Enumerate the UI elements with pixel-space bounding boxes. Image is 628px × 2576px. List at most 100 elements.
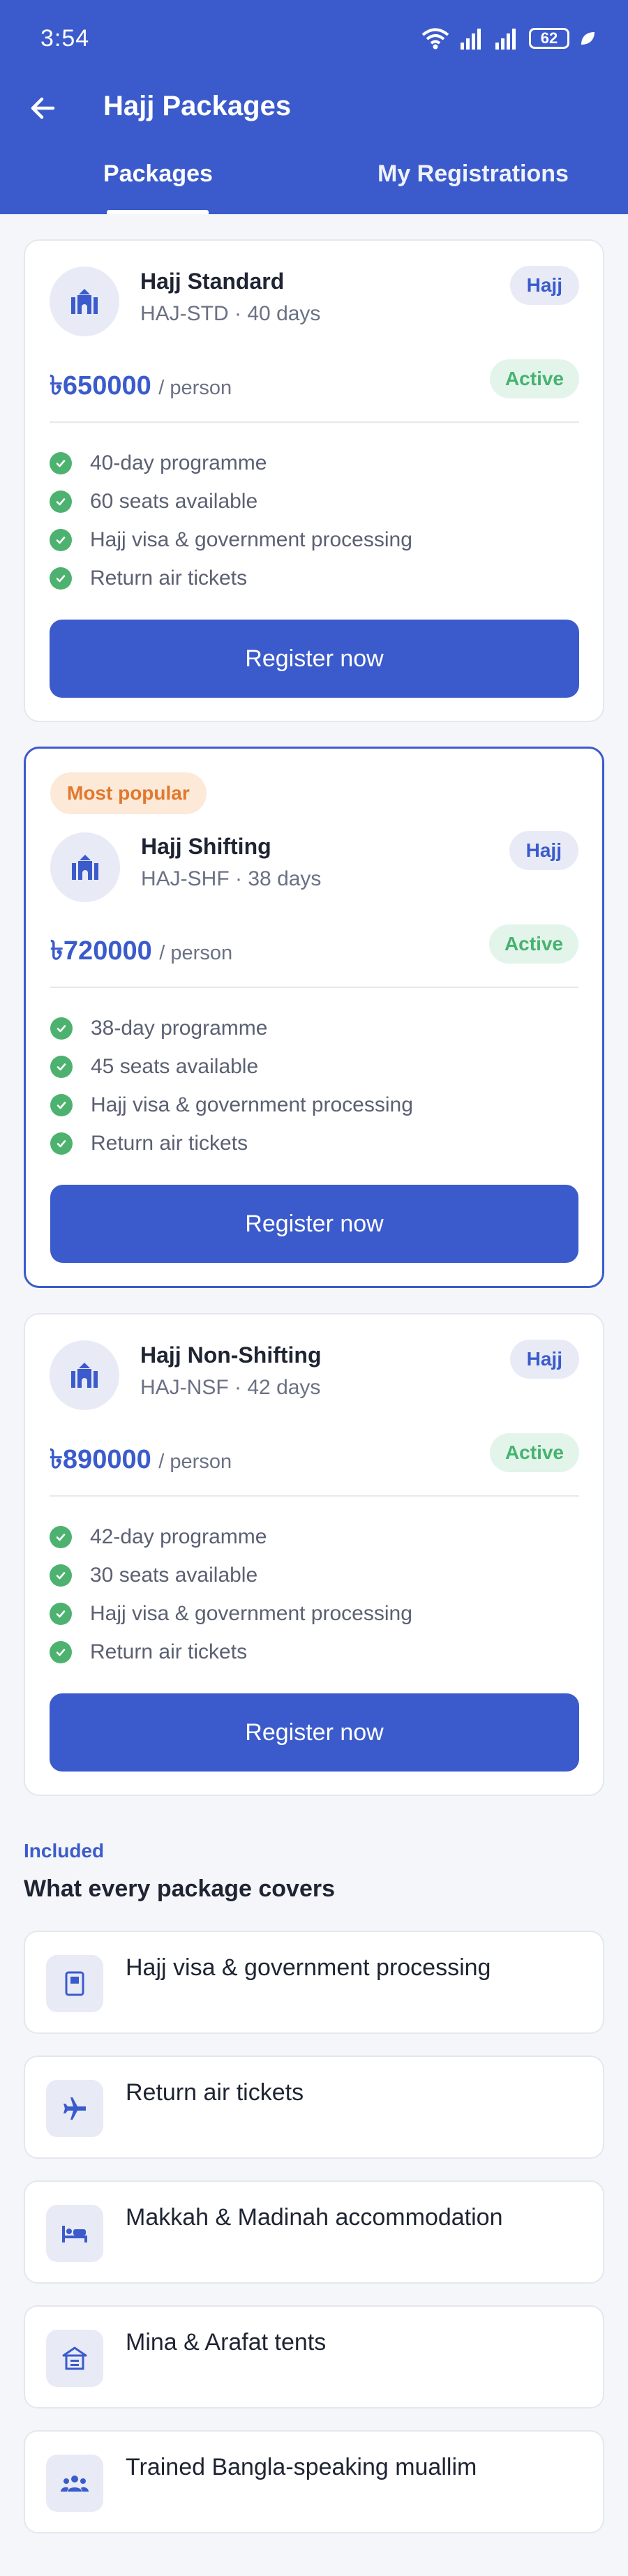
app-bar: 3:54 62 Hajj Packages Packages My Regist… bbox=[0, 0, 628, 214]
group-icon bbox=[46, 2455, 103, 2512]
included-item: Return air tickets bbox=[24, 2055, 604, 2159]
feature-text: 40-day programme bbox=[90, 451, 267, 474]
feature-item: 30 seats available bbox=[50, 1556, 412, 1594]
feature-item: Hajj visa & government processing bbox=[50, 1086, 413, 1124]
feature-text: 45 seats available bbox=[91, 1054, 259, 1078]
tent-icon bbox=[46, 2330, 103, 2387]
check-icon bbox=[50, 528, 72, 551]
tab-bar: Packages My Registrations bbox=[0, 160, 628, 214]
price-unit: / person bbox=[159, 942, 233, 964]
status-bar: 3:54 62 bbox=[0, 0, 628, 77]
back-button[interactable] bbox=[25, 91, 60, 126]
feature-text: Return air tickets bbox=[90, 1640, 248, 1663]
package-card: Hajj Standard HAJ-STD · 40 days Hajj ৳65… bbox=[24, 239, 604, 722]
arrow-left-icon bbox=[31, 97, 55, 119]
included-item: Trained Bangla-speaking muallim bbox=[24, 2430, 604, 2533]
feature-text: Hajj visa & government processing bbox=[91, 1093, 413, 1116]
register-button[interactable]: Register now bbox=[50, 620, 579, 698]
check-icon bbox=[50, 1017, 73, 1040]
bed-icon bbox=[46, 2205, 103, 2262]
price-unit: / person bbox=[158, 377, 232, 399]
included-label: Makkah & Madinah accommodation bbox=[126, 2204, 503, 2231]
feature-item: 38-day programme bbox=[50, 1009, 413, 1047]
included-label: Hajj visa & government processing bbox=[126, 1954, 491, 1981]
passport-icon bbox=[46, 1955, 103, 2012]
package-meta: HAJ-SHF · 38 days bbox=[141, 867, 321, 891]
package-type-chip: Hajj bbox=[509, 1340, 579, 1379]
feature-text: 38-day programme bbox=[91, 1016, 268, 1040]
feature-item: 40-day programme bbox=[50, 444, 412, 482]
check-icon bbox=[50, 451, 72, 474]
package-price-row: ৳720000 / person bbox=[50, 930, 232, 975]
package-type-chip: Hajj bbox=[509, 266, 579, 305]
price-unit: / person bbox=[158, 1451, 232, 1473]
meta-separator: · bbox=[234, 302, 242, 325]
feature-list: 42-day programme 30 seats available Hajj… bbox=[50, 1518, 412, 1671]
package-duration: 40 days bbox=[247, 302, 321, 325]
status-badge: Active bbox=[489, 359, 579, 398]
included-label: Mina & Arafat tents bbox=[126, 2329, 327, 2356]
divider bbox=[50, 421, 579, 423]
divider bbox=[50, 1495, 579, 1497]
included-item: Makkah & Madinah accommodation bbox=[24, 2180, 604, 2284]
active-tab-indicator bbox=[107, 210, 209, 214]
status-badge: Active bbox=[488, 924, 578, 964]
package-price: ৳720000 bbox=[50, 936, 152, 966]
signal-icon-2 bbox=[495, 29, 516, 50]
package-type-chip: Hajj bbox=[509, 831, 578, 870]
package-price-row: ৳650000 / person bbox=[50, 365, 232, 410]
check-icon bbox=[50, 1055, 73, 1078]
feature-text: Hajj visa & government processing bbox=[90, 527, 412, 551]
feature-text: Hajj visa & government processing bbox=[90, 1601, 412, 1625]
signal-icon bbox=[461, 29, 481, 50]
package-code: HAJ-STD bbox=[140, 302, 229, 325]
check-icon bbox=[50, 490, 72, 513]
package-meta: HAJ-NSF · 42 days bbox=[140, 1376, 320, 1400]
meta-separator: · bbox=[234, 1376, 242, 1399]
package-price-row: ৳890000 / person bbox=[50, 1439, 232, 1483]
package-price: ৳890000 bbox=[50, 1445, 151, 1474]
package-avatar bbox=[50, 1340, 119, 1410]
feature-item: Return air tickets bbox=[50, 559, 412, 597]
register-button[interactable]: Register now bbox=[50, 1185, 578, 1263]
feature-item: 45 seats available bbox=[50, 1047, 413, 1086]
package-name: Hajj Standard bbox=[140, 269, 285, 294]
package-price: ৳650000 bbox=[50, 371, 151, 400]
battery-indicator: 62 bbox=[529, 28, 569, 49]
feature-list: 40-day programme 60 seats available Hajj… bbox=[50, 444, 412, 597]
status-time: 3:54 bbox=[40, 25, 90, 52]
section-kicker: Included bbox=[24, 1840, 105, 1862]
leaf-icon bbox=[581, 32, 595, 45]
feature-item: Hajj visa & government processing bbox=[50, 1594, 412, 1633]
tab-my-registrations[interactable]: My Registrations bbox=[377, 160, 569, 188]
feature-text: 42-day programme bbox=[90, 1525, 267, 1548]
feature-text: Return air tickets bbox=[91, 1131, 248, 1155]
included-item: Hajj visa & government processing bbox=[24, 1931, 604, 2034]
package-avatar bbox=[50, 832, 120, 902]
tab-packages[interactable]: Packages bbox=[103, 160, 213, 188]
check-icon bbox=[50, 1564, 72, 1587]
title-row: Hajj Packages bbox=[0, 84, 628, 133]
included-label: Trained Bangla-speaking muallim bbox=[126, 2454, 477, 2480]
package-duration: 38 days bbox=[248, 867, 322, 890]
feature-text: Return air tickets bbox=[90, 566, 248, 590]
included-item: Mina & Arafat tents bbox=[24, 2305, 604, 2409]
package-duration: 42 days bbox=[247, 1376, 321, 1399]
feature-item: 60 seats available bbox=[50, 482, 412, 521]
status-icons: 62 bbox=[421, 27, 596, 50]
wifi-icon bbox=[421, 28, 449, 50]
feature-text: 30 seats available bbox=[90, 1563, 258, 1587]
check-icon bbox=[50, 1525, 72, 1548]
check-icon bbox=[50, 1093, 73, 1116]
section-title: What every package covers bbox=[24, 1875, 336, 1902]
check-icon bbox=[50, 1602, 72, 1625]
meta-separator: · bbox=[235, 867, 243, 890]
package-name: Hajj Shifting bbox=[141, 834, 271, 859]
register-button[interactable]: Register now bbox=[50, 1693, 579, 1772]
feature-list: 38-day programme 45 seats available Hajj… bbox=[50, 1009, 413, 1162]
package-avatar bbox=[50, 267, 119, 336]
check-icon bbox=[50, 1132, 73, 1155]
package-code: HAJ-NSF bbox=[140, 1376, 229, 1399]
check-icon bbox=[50, 1640, 72, 1663]
included-label: Return air tickets bbox=[126, 2079, 304, 2106]
